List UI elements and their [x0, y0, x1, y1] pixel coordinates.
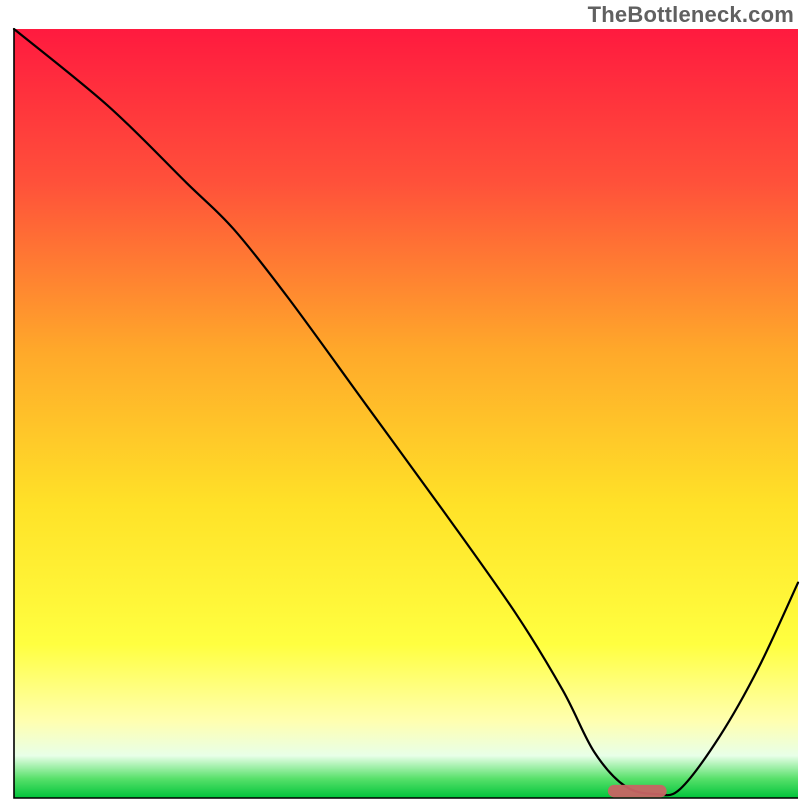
optimal-range-marker [608, 785, 667, 797]
chart-container: { "watermark": "TheBottleneck.com", "cha… [0, 0, 800, 800]
bottleneck-chart [0, 0, 800, 800]
watermark-text: TheBottleneck.com [588, 2, 794, 28]
heat-gradient [14, 29, 798, 798]
